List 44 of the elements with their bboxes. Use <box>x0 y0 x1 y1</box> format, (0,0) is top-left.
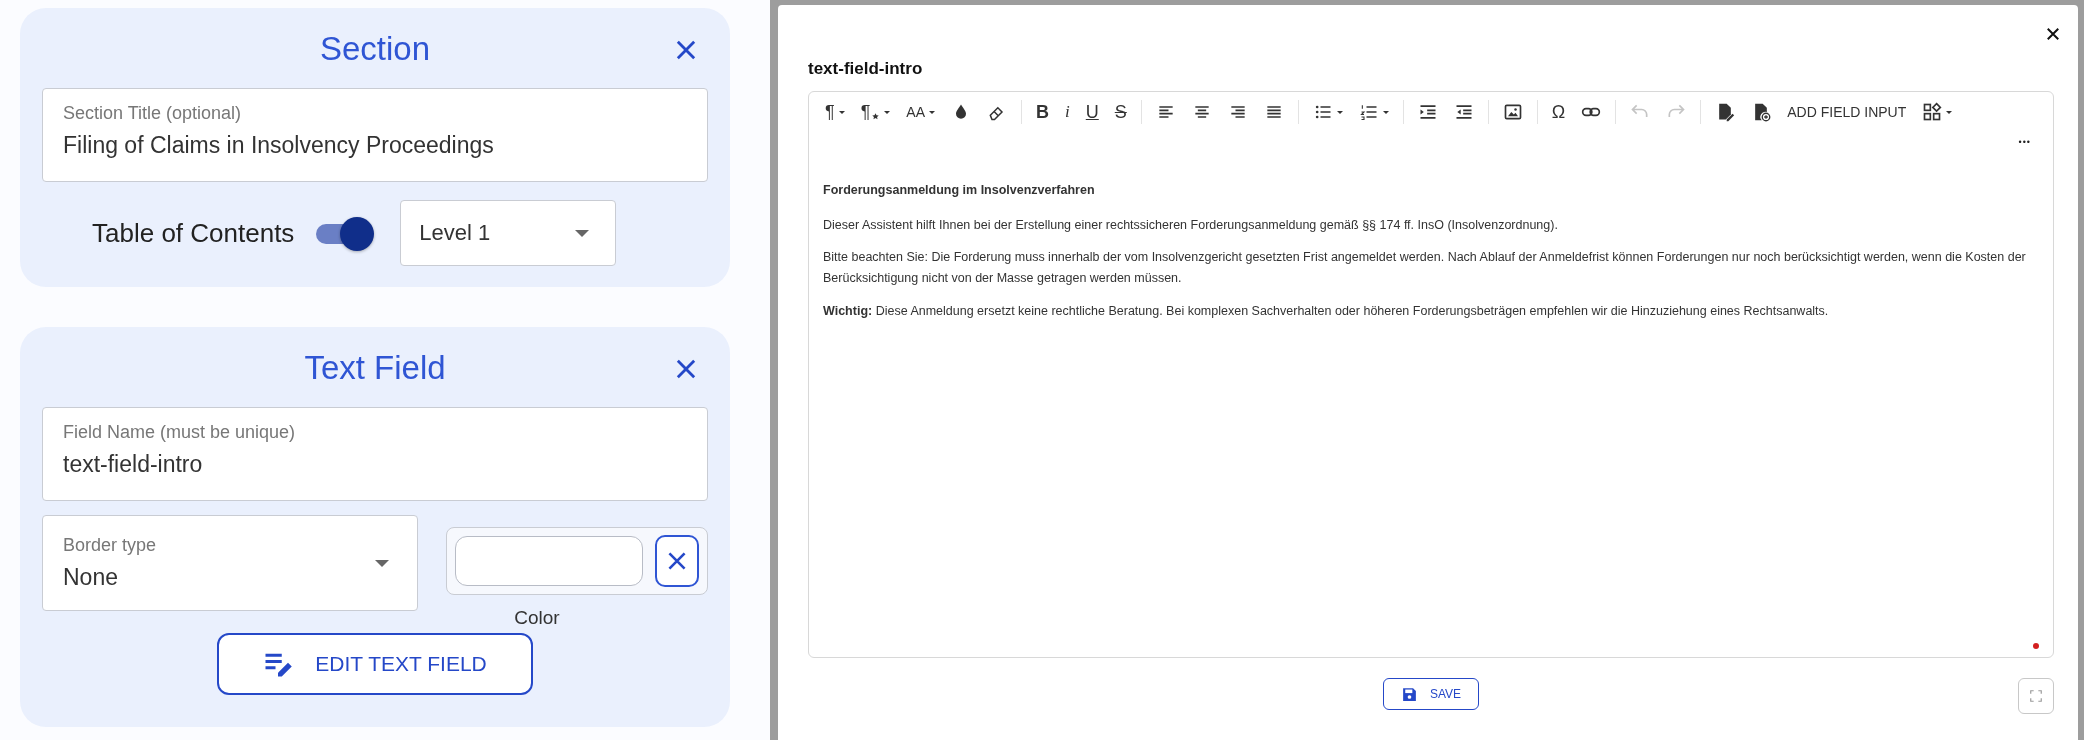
close-icon[interactable] <box>2044 25 2062 43</box>
font-size-button[interactable]: AA <box>898 97 944 127</box>
section-title-field[interactable]: Section Title (optional) Filing of Claims in Insolvency Proceedings <box>42 88 708 182</box>
numbered-list-icon <box>1358 102 1379 122</box>
caret-icon <box>884 110 891 114</box>
star-icon <box>871 111 881 121</box>
card-title: Section <box>319 30 431 68</box>
underline-button[interactable]: U <box>1077 97 1107 127</box>
special-char-button[interactable]: Ω <box>1543 97 1574 127</box>
more-button[interactable]: ••• <box>2016 132 2033 152</box>
toc-label: Table of Contents <box>92 217 295 249</box>
shapes-icon <box>1922 102 1943 122</box>
paragraph-text: Bitte beachten Sie: Die Forderung muss innerhalb der vom Insolvenzgericht gesetzten Frist angemeldet werden. Nach Ablauf der Anmeldefrist können Forderungen nur noch berücksichtigt werden, wenn die Kosten der Berücksichtigung nicht von der Masse getragen werden müssen. <box>823 249 2027 287</box>
caret-icon <box>375 559 389 567</box>
italic-button[interactable]: i <box>1057 97 1078 127</box>
border-type-select[interactable]: Border type None <box>42 515 418 611</box>
caret-icon <box>929 110 936 114</box>
status-dot <box>2033 643 2039 649</box>
paragraph-button[interactable]: ¶ <box>817 97 853 127</box>
color-label: Color <box>514 607 560 629</box>
strike-button[interactable]: S <box>1106 97 1135 127</box>
edit-text-field-button[interactable]: EDIT TEXT FIELD <box>217 633 533 695</box>
save-button[interactable]: SAVE <box>1383 678 1479 710</box>
indent-icon <box>1417 102 1438 122</box>
toggle-switch[interactable] <box>314 215 375 251</box>
caret-icon <box>838 110 845 114</box>
dialog-title: text-field-intro <box>808 59 924 79</box>
caret-icon <box>575 229 590 237</box>
add-field-input-button[interactable]: ADD FIELD INPUT <box>1779 97 1915 127</box>
fullscreen-icon <box>2029 689 2043 703</box>
paragraph-text: Wichtig: Diese Anmeldung ersetzt keine rechtliche Beratung. Bei komplexen Sachverhalten oder höheren Forderungsbeträgen empfehlen wir die Hinzuziehung eines Rechtsanwalts. <box>823 302 1830 320</box>
level-select[interactable]: Level 1 <box>400 200 617 266</box>
caret-icon <box>1336 110 1343 114</box>
image-icon <box>1502 102 1523 122</box>
bold-button[interactable]: B <box>1028 97 1058 127</box>
field-name-field[interactable]: Field Name (must be unique) text-field-intro <box>42 407 708 501</box>
card-title: Text Field <box>304 349 446 387</box>
paragraph-format-button[interactable]: ¶ <box>852 97 899 127</box>
caret-icon <box>1946 110 1953 114</box>
paragraph-text: Dieser Assistent hilft Ihnen bei der Erstellung einer rechtssicheren Forderungsanmeldung gemäß §§ 174 ff. InsO (Insolvenzordnung). <box>823 216 1559 234</box>
clear-color-button[interactable] <box>655 535 699 587</box>
caret-icon <box>1382 110 1389 114</box>
heading-text: Forderungsanmeldung im Insolvenzverfahren <box>823 182 1096 199</box>
color-input[interactable] <box>455 536 643 586</box>
